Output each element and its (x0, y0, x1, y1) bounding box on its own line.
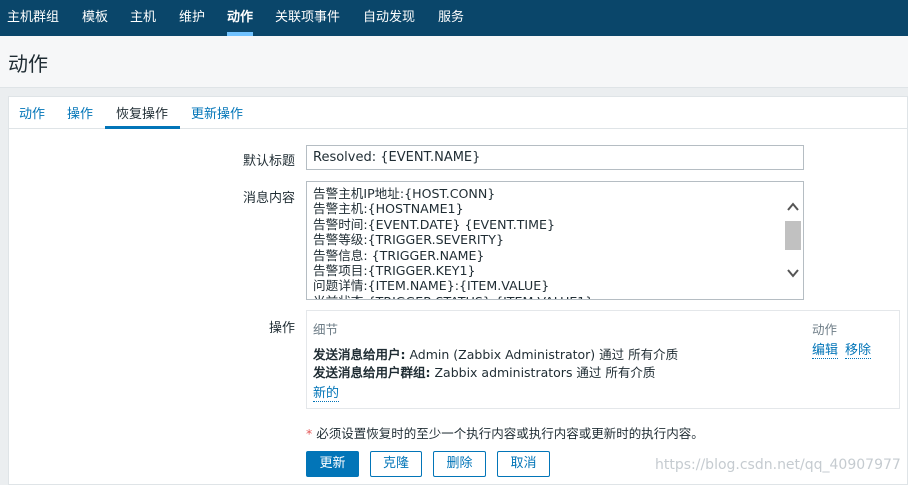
clone-button[interactable]: 克隆 (370, 451, 422, 477)
tab-bar: 动作 操作 恢复操作 更新操作 (8, 96, 908, 129)
top-navigation: 主机群组 模板 主机 维护 动作 关联项事件 自动发现 服务 (0, 0, 908, 36)
message-line: 告警等级:{TRIGGER.SEVERITY} (313, 232, 504, 248)
message-line: 告警主机IP地址:{HOST.CONN} (313, 186, 496, 201)
page-header: 动作 (0, 36, 908, 88)
chevron-up-icon[interactable] (787, 201, 799, 213)
col-details-header: 细节 (313, 322, 339, 337)
tab-operations[interactable]: 操作 (67, 103, 93, 122)
message-textarea[interactable]: 告警主机IP地址:{HOST.CONN} 告警主机:{HOSTNAME1} 告警时间… (306, 181, 804, 300)
watermark: https://blog.csdn.net/qq_40907977 (655, 457, 901, 473)
page-title: 动作 (8, 52, 48, 76)
cancel-button[interactable]: 取消 (497, 451, 550, 477)
scrollbar-thumb[interactable] (785, 221, 801, 250)
default-subject-input[interactable] (306, 145, 804, 170)
message-line: 告警时间:{EVENT.DATE} {EVENT.TIME} (313, 216, 555, 232)
tab-active-indicator (105, 126, 180, 129)
nav-hosts[interactable]: 主机 (130, 0, 156, 36)
new-operation-link[interactable]: 新的 (313, 386, 340, 402)
update-button[interactable]: 更新 (306, 451, 359, 477)
default-subject-label: 默认标题 (242, 154, 295, 169)
tab-update-operations[interactable]: 更新操作 (191, 103, 243, 122)
message-line: 告警项目:{TRIGGER.KEY1} (313, 263, 476, 279)
operations-label: 操作 (268, 321, 295, 336)
operation-row: 发送消息给用户群组: Zabbix administrators 通过 所有介质 (313, 365, 656, 380)
tab-recovery-operations[interactable]: 恢复操作 (116, 103, 168, 122)
delete-button[interactable]: 删除 (433, 451, 486, 477)
nav-templates[interactable]: 模板 (82, 0, 108, 36)
message-scrollbar[interactable] (783, 182, 803, 299)
message-label: 消息内容 (242, 191, 295, 206)
nav-host-groups[interactable]: 主机群组 (7, 0, 59, 36)
message-lines: 告警主机IP地址:{HOST.CONN} 告警主机:{HOSTNAME1} 告警时间… (313, 186, 783, 299)
operations-table: 细节 动作 发送消息给用户: Admin (Zabbix Administrat… (306, 310, 900, 409)
edit-link[interactable]: 编辑 (812, 343, 839, 359)
nav-event-correlation[interactable]: 关联项事件 (275, 0, 340, 36)
message-line: 告警信息: {TRIGGER.NAME} (313, 247, 485, 263)
nav-maintenance[interactable]: 维护 (179, 0, 205, 36)
nav-services[interactable]: 服务 (438, 0, 464, 36)
col-action-header: 动作 (812, 322, 838, 337)
message-line: 告警主机:{HOSTNAME1} (313, 201, 464, 217)
nav-actions[interactable]: 动作 (227, 0, 253, 36)
tab-action[interactable]: 动作 (19, 103, 45, 122)
nav-discovery[interactable]: 自动发现 (363, 0, 415, 36)
operation-row: 发送消息给用户: Admin (Zabbix Administrator) 通过… (313, 347, 679, 362)
remove-link[interactable]: 移除 (845, 343, 872, 359)
message-line: 问题详情:{ITEM.NAME}:{ITEM.VALUE} (313, 278, 550, 294)
chevron-down-icon[interactable] (787, 267, 799, 279)
message-line: 当前状态:{TRIGGER.STATUS}:{ITEM.VALUE1} (313, 294, 783, 299)
required-note: * 必须设置恢复时的至少一个执行内容或执行内容或更新时的执行内容。 (306, 426, 704, 441)
